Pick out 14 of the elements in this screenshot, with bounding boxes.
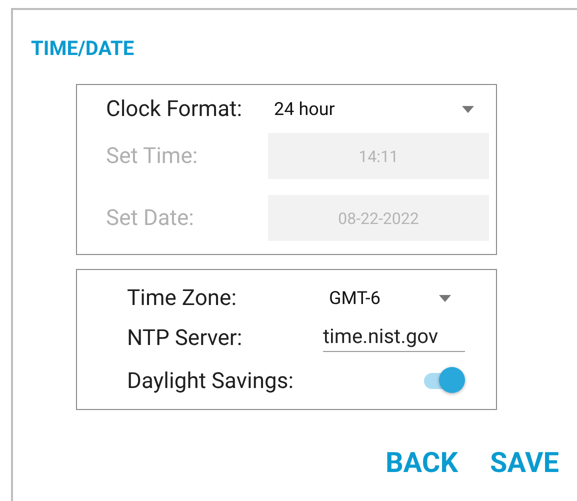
ntp-server-input[interactable]: time.nist.gov: [323, 324, 465, 352]
field-label: Clock Format:: [106, 96, 244, 122]
save-button[interactable]: SAVE: [490, 446, 559, 479]
dropdown-caret-icon: [462, 106, 474, 112]
dropdown-caret-icon: [439, 294, 451, 302]
field-label: Daylight Savings:: [127, 368, 295, 394]
field-label: Set Time:: [106, 144, 199, 168]
field-label: Time Zone:: [127, 286, 238, 310]
back-button[interactable]: BACK: [385, 446, 458, 479]
clock-format-dropdown[interactable]: 24 hour: [274, 98, 474, 120]
field-label: NTP Server:: [127, 326, 244, 350]
dialog-title: TIME/DATE: [31, 36, 136, 60]
field-label: Set Date:: [106, 206, 195, 230]
time-zone-dropdown[interactable]: GMT-6: [329, 288, 451, 308]
